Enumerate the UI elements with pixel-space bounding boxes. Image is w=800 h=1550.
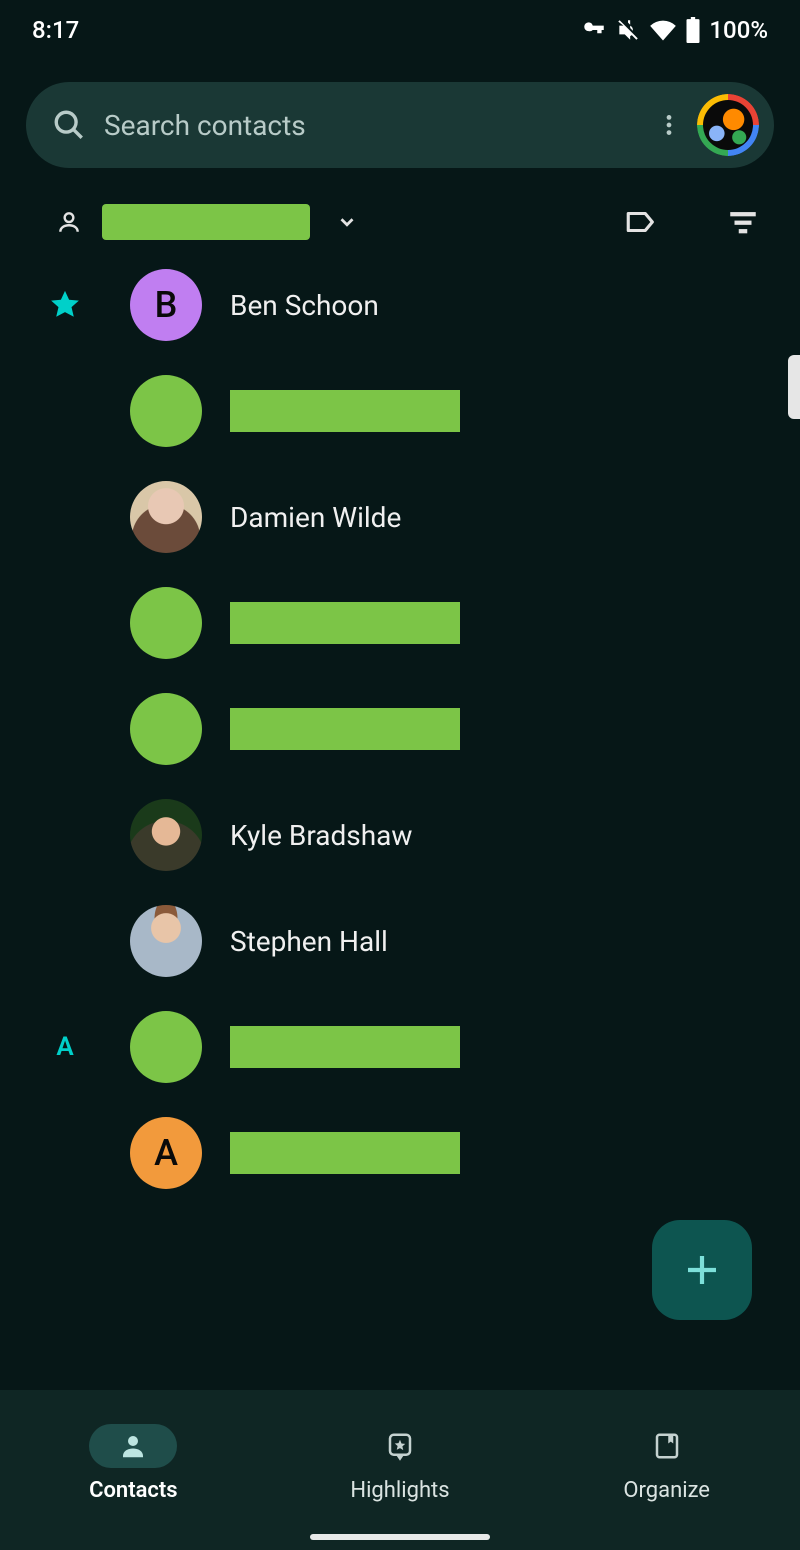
avatar <box>130 905 202 977</box>
wifi-icon <box>649 16 677 44</box>
nav-label: Highlights <box>350 1478 449 1503</box>
nav-contacts[interactable]: Contacts <box>0 1424 267 1503</box>
add-contact-fab[interactable] <box>652 1220 752 1320</box>
filter-icon[interactable] <box>726 205 760 239</box>
contact-name: Kyle Bradshaw <box>230 819 412 852</box>
person-icon <box>118 1431 148 1461</box>
contact-name-redacted <box>230 602 460 644</box>
more-icon[interactable] <box>656 112 682 138</box>
star-icon <box>48 288 82 322</box>
avatar: B <box>130 269 202 341</box>
nav-organize[interactable]: Organize <box>533 1424 800 1503</box>
contact-row[interactable]: Kyle Bradshaw <box>0 782 770 888</box>
account-name-redacted[interactable] <box>102 204 310 240</box>
avatar <box>130 481 202 553</box>
avatar-redacted <box>130 1011 202 1083</box>
bookmark-icon <box>652 1431 682 1461</box>
nav-handle[interactable] <box>310 1534 490 1540</box>
avatar <box>130 799 202 871</box>
search-icon <box>52 108 86 142</box>
status-bar: 8:17 100% <box>0 0 800 60</box>
contact-row[interactable]: A <box>0 994 770 1100</box>
sparkle-icon <box>385 1431 415 1461</box>
contact-row[interactable] <box>0 570 770 676</box>
account-selector-row <box>0 168 800 252</box>
contact-name-redacted <box>230 708 460 750</box>
battery-percent: 100% <box>709 16 768 44</box>
plus-icon <box>681 1249 723 1291</box>
status-time: 8:17 <box>32 16 79 44</box>
search-input[interactable]: Search contacts <box>104 109 638 142</box>
bottom-nav: Contacts Highlights Organize <box>0 1390 800 1550</box>
contact-row[interactable] <box>0 358 770 464</box>
scroll-indicator[interactable] <box>788 355 800 419</box>
profile-avatar[interactable] <box>700 97 756 153</box>
contact-row[interactable]: Damien Wilde <box>0 464 770 570</box>
contact-name: Damien Wilde <box>230 501 401 534</box>
contact-name-redacted <box>230 1026 460 1068</box>
vpn-key-icon <box>581 17 607 43</box>
letter-index: A <box>56 1032 73 1062</box>
contact-row[interactable] <box>0 676 770 782</box>
avatar: A <box>130 1117 202 1189</box>
contact-name: Stephen Hall <box>230 925 388 958</box>
contact-row[interactable]: A <box>0 1100 770 1206</box>
person-icon <box>56 209 82 235</box>
mute-icon <box>615 17 641 43</box>
contact-row[interactable]: Stephen Hall <box>0 888 770 994</box>
contact-row[interactable]: B Ben Schoon <box>0 252 770 358</box>
contact-name: Ben Schoon <box>230 289 379 322</box>
nav-label: Contacts <box>89 1478 178 1503</box>
battery-icon <box>685 17 701 43</box>
avatar-redacted <box>130 693 202 765</box>
avatar-redacted <box>130 587 202 659</box>
nav-label: Organize <box>623 1478 710 1503</box>
contact-name-redacted <box>230 1132 460 1174</box>
contacts-list: B Ben Schoon Damien Wilde Kyle Bradshaw … <box>0 252 800 1206</box>
nav-highlights[interactable]: Highlights <box>267 1424 534 1503</box>
avatar-redacted <box>130 375 202 447</box>
contact-name-redacted <box>230 390 460 432</box>
chevron-down-icon[interactable] <box>336 211 358 233</box>
status-right: 100% <box>581 16 768 44</box>
label-icon[interactable] <box>624 205 658 239</box>
search-bar[interactable]: Search contacts <box>26 82 774 168</box>
